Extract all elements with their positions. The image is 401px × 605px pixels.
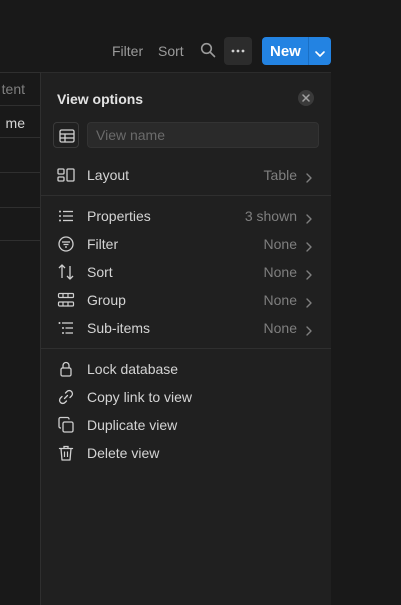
database-view-page: Filter Sort New tent me View options Vie… — [0, 0, 401, 605]
copy-link-label: Copy link to view — [87, 389, 193, 405]
layout-label: Layout — [87, 167, 130, 183]
chevron-right-icon — [305, 323, 313, 341]
sort-label: Sort — [87, 264, 113, 280]
lock-icon — [57, 360, 75, 378]
list-icon — [57, 207, 75, 225]
delete-view-label: Delete view — [87, 445, 160, 461]
lock-database-label: Lock database — [87, 361, 179, 377]
database-table: tent me — [0, 72, 41, 605]
sort-value: None — [263, 264, 297, 280]
filter-button[interactable]: Filter — [112, 43, 143, 59]
table-row[interactable]: me — [0, 105, 40, 138]
filter-icon — [57, 235, 75, 253]
link-icon — [57, 388, 75, 406]
chevron-right-icon — [305, 239, 313, 257]
group-row[interactable]: Group None — [41, 286, 331, 314]
duplicate-view-row[interactable]: Duplicate view — [41, 411, 331, 439]
filter-value: None — [263, 236, 297, 252]
section-divider — [41, 348, 331, 349]
sort-row[interactable]: Sort None — [41, 258, 331, 286]
search-icon[interactable] — [200, 42, 216, 58]
table-row[interactable] — [0, 208, 40, 241]
new-button-label: New — [270, 43, 301, 60]
chevron-right-icon — [305, 170, 313, 188]
sort-button[interactable]: Sort — [158, 43, 184, 59]
table-header-cell[interactable]: tent — [0, 72, 40, 106]
view-options-panel: View options Layout Table — [41, 72, 331, 605]
layout-value: Table — [263, 167, 297, 183]
table-row[interactable] — [0, 173, 40, 208]
layout-icon — [57, 166, 75, 184]
chevron-right-icon — [305, 295, 313, 313]
close-button[interactable] — [298, 90, 314, 106]
view-name-input[interactable] — [87, 122, 319, 148]
sub-items-label: Sub-items — [87, 320, 151, 336]
sub-items-row[interactable]: Sub-items None — [41, 314, 331, 342]
group-value: None — [263, 292, 297, 308]
chevron-right-icon — [305, 267, 313, 285]
sub-items-value: None — [263, 320, 297, 336]
panel-title: View options — [57, 91, 144, 107]
chevron-right-icon — [305, 211, 313, 229]
group-icon — [57, 291, 75, 309]
sub-items-icon — [57, 319, 75, 337]
view-toolbar: Filter Sort New — [0, 37, 401, 65]
table-row[interactable] — [0, 138, 40, 173]
sort-icon — [57, 263, 75, 281]
new-button-divider — [308, 37, 309, 65]
more-options-button[interactable] — [224, 37, 252, 65]
layout-row[interactable]: Layout Table — [41, 161, 331, 189]
properties-value: 3 shown — [244, 208, 297, 224]
trash-icon — [57, 444, 75, 462]
table-cell: me — [5, 115, 25, 131]
view-name-row — [53, 122, 319, 148]
section-divider — [41, 195, 331, 196]
filter-row[interactable]: Filter None — [41, 230, 331, 258]
delete-view-row[interactable]: Delete view — [41, 439, 331, 467]
properties-label: Properties — [87, 208, 151, 224]
chevron-down-icon[interactable] — [314, 46, 326, 64]
duplicate-view-label: Duplicate view — [87, 417, 178, 433]
group-label: Group — [87, 292, 126, 308]
filter-label: Filter — [87, 236, 119, 252]
new-button[interactable]: New — [262, 37, 331, 65]
table-header-label: tent — [1, 81, 25, 97]
properties-row[interactable]: Properties 3 shown — [41, 202, 331, 230]
duplicate-icon — [57, 416, 75, 434]
view-icon-button[interactable] — [53, 122, 79, 148]
lock-database-row[interactable]: Lock database — [41, 355, 331, 383]
copy-link-row[interactable]: Copy link to view — [41, 383, 331, 411]
